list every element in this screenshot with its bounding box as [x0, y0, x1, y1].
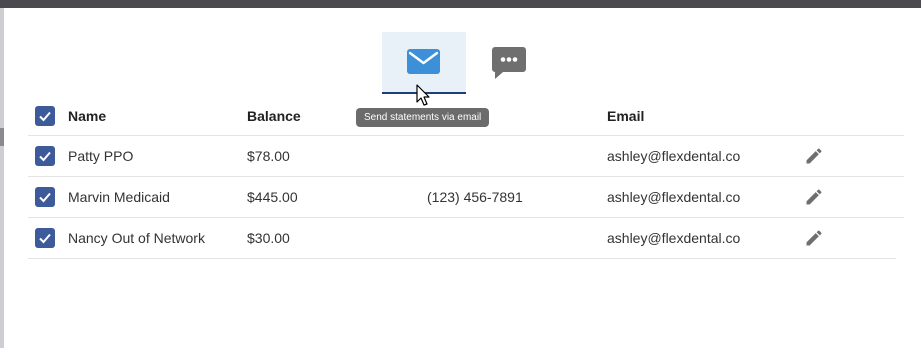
- patient-phone: (123) 456-7891: [427, 189, 523, 205]
- column-header-email: Email: [607, 108, 645, 124]
- patient-balance: $78.00: [247, 148, 290, 164]
- checkmark-icon: [39, 233, 51, 244]
- edit-button[interactable]: [802, 177, 826, 217]
- pencil-icon: [806, 230, 822, 246]
- table-row: Nancy Out of Network $30.00 ashley@flexd…: [28, 218, 896, 259]
- row-checkbox[interactable]: [35, 146, 55, 166]
- tab-text-message[interactable]: [482, 32, 538, 92]
- checkmark-icon: [39, 192, 51, 203]
- send-statements-dialog: Send statements via email Name Balance E…: [4, 8, 921, 348]
- checkmark-icon: [39, 111, 51, 122]
- edit-button[interactable]: [802, 218, 826, 258]
- pencil-icon: [806, 148, 822, 164]
- chat-bubble-icon: [492, 47, 526, 79]
- patient-name: Marvin Medicaid: [68, 189, 170, 205]
- patient-name: Nancy Out of Network: [68, 230, 205, 246]
- table-row: Patty PPO $78.00 ashley@flexdental.co: [28, 136, 904, 177]
- select-all-checkbox[interactable]: [35, 106, 55, 126]
- edit-button[interactable]: [802, 136, 826, 176]
- table-header-row: Name Balance Email: [28, 97, 904, 136]
- patient-name: Patty PPO: [68, 148, 134, 164]
- patient-balance: $445.00: [247, 189, 298, 205]
- column-header-name: Name: [68, 108, 107, 124]
- patient-email: ashley@flexdental.co: [607, 189, 741, 205]
- pencil-icon: [806, 189, 822, 205]
- row-checkbox[interactable]: [35, 228, 55, 248]
- column-header-balance: Balance: [247, 108, 301, 124]
- patient-email: ashley@flexdental.co: [607, 148, 741, 164]
- window-top-bar: [0, 0, 921, 8]
- row-checkbox[interactable]: [35, 187, 55, 207]
- table-row: Marvin Medicaid $445.00 (123) 456-7891 a…: [28, 177, 904, 218]
- envelope-icon: [407, 49, 440, 74]
- checkmark-icon: [39, 151, 51, 162]
- patient-email: ashley@flexdental.co: [607, 230, 741, 246]
- patient-balance: $30.00: [247, 230, 290, 246]
